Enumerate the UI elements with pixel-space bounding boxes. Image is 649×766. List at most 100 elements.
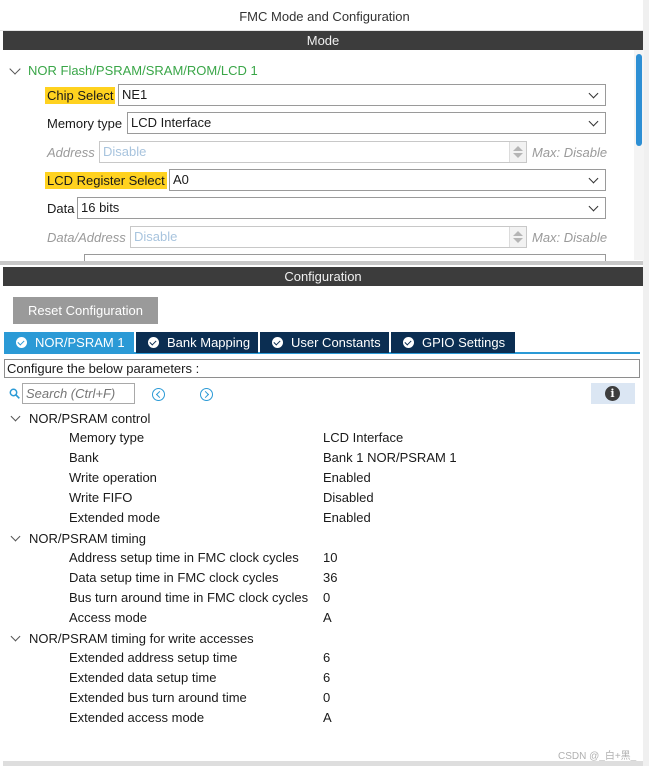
- data-address-max-label: Max: Disable: [532, 230, 608, 245]
- param-name: Bank: [69, 450, 99, 465]
- param-row[interactable]: Access mode A: [3, 608, 639, 628]
- chevron-down-icon: [588, 116, 599, 127]
- memory-type-label: Memory type: [47, 115, 123, 131]
- memory-type-dropdown[interactable]: LCD Interface: [127, 112, 606, 134]
- param-value: Enabled: [323, 510, 371, 525]
- spin-up-icon[interactable]: [513, 231, 523, 236]
- data-row: Data: [45, 197, 76, 219]
- address-label: Address: [47, 144, 95, 160]
- tab-nor-psram-1[interactable]: NOR/PSRAM 1: [4, 332, 134, 353]
- chip-select-value: NE1: [122, 87, 148, 102]
- chevron-down-icon[interactable]: [10, 531, 21, 542]
- data-address-label: Data/Address: [47, 229, 126, 245]
- panel-splitter[interactable]: [0, 261, 643, 265]
- param-value: 6: [323, 650, 331, 665]
- tab-label: Bank Mapping: [167, 335, 251, 350]
- chip-select-dropdown[interactable]: NE1: [118, 84, 606, 106]
- param-value: Enabled: [323, 470, 371, 485]
- param-row[interactable]: Address setup time in FMC clock cycles 10: [3, 548, 639, 568]
- data-dropdown[interactable]: 16 bits: [77, 197, 606, 219]
- param-value: Disabled: [323, 490, 374, 505]
- configuration-header: Configuration: [3, 267, 643, 286]
- data-address-row: Data/Address: [45, 226, 128, 248]
- param-name: Extended data setup time: [69, 670, 217, 685]
- window-title: FMC Mode and Configuration: [0, 0, 649, 31]
- reset-configuration-button[interactable]: Reset Configuration: [13, 297, 158, 324]
- config-caption: Configure the below parameters :: [4, 359, 640, 378]
- param-row[interactable]: Extended access mode A: [3, 708, 639, 728]
- param-row[interactable]: Memory type LCD Interface: [3, 428, 639, 448]
- chip-select-row: Chip Select: [45, 84, 116, 106]
- param-name: Access mode: [69, 610, 148, 625]
- param-value: A: [323, 710, 332, 725]
- lcd-register-select-value: A0: [173, 172, 189, 187]
- search-input[interactable]: [22, 383, 135, 404]
- check-circle-icon: [16, 337, 27, 348]
- lcd-register-select-dropdown[interactable]: A0: [169, 169, 606, 191]
- param-row[interactable]: Extended address setup time 6: [3, 648, 639, 668]
- tab-bank-mapping[interactable]: Bank Mapping: [136, 332, 258, 353]
- param-value: 6: [323, 670, 331, 685]
- param-row[interactable]: Bank Bank 1 NOR/PSRAM 1: [3, 448, 639, 468]
- address-row: Address: [45, 141, 97, 163]
- data-address-spinner[interactable]: Disable: [130, 226, 527, 248]
- param-name: Bus turn around time in FMC clock cycles: [69, 590, 309, 605]
- group-nor-psram-timing[interactable]: NOR/PSRAM timing: [9, 528, 146, 548]
- lcd-register-select-label: LCD Register Select: [45, 171, 167, 189]
- chevron-down-icon[interactable]: [10, 631, 21, 642]
- spin-up-icon[interactable]: [513, 146, 523, 151]
- address-spinner[interactable]: Disable: [99, 141, 527, 163]
- chevron-down-icon[interactable]: [10, 411, 21, 422]
- group-nor-psram-control[interactable]: NOR/PSRAM control: [9, 408, 150, 428]
- spin-down-icon[interactable]: [513, 153, 523, 158]
- param-row[interactable]: Extended mode Enabled: [3, 508, 639, 528]
- param-name: Write FIFO: [69, 490, 133, 505]
- tab-label: User Constants: [291, 335, 381, 350]
- param-value: Bank 1 NOR/PSRAM 1: [323, 450, 457, 465]
- spinner-buttons[interactable]: [509, 227, 526, 247]
- tree-node-label: NOR Flash/PSRAM/SRAM/ROM/LCD 1: [28, 62, 258, 78]
- param-name: Extended bus turn around time: [69, 690, 247, 705]
- tab-user-constants[interactable]: User Constants: [260, 332, 389, 353]
- info-button[interactable]: i: [591, 383, 635, 404]
- search-previous-icon[interactable]: [152, 388, 165, 401]
- tab-label: NOR/PSRAM 1: [35, 335, 125, 350]
- watermark: CSDN @_白+黑_: [558, 751, 637, 762]
- param-name: Address setup time in FMC clock cycles: [69, 550, 299, 565]
- search-next-icon[interactable]: [200, 388, 213, 401]
- param-value: 0: [323, 690, 331, 705]
- mode-scrollbar[interactable]: [634, 50, 644, 260]
- group-title: NOR/PSRAM timing: [29, 530, 147, 546]
- tab-label: GPIO Settings: [422, 335, 506, 350]
- parameter-tree: NOR/PSRAM control Memory type LCD Interfa…: [3, 408, 639, 760]
- param-row[interactable]: Extended data setup time 6: [3, 668, 639, 688]
- param-row[interactable]: Extended bus turn around time 0: [3, 688, 639, 708]
- group-nor-psram-timing-write[interactable]: NOR/PSRAM timing for write accesses: [9, 628, 254, 648]
- spinner-buttons[interactable]: [509, 142, 526, 162]
- param-value: LCD Interface: [323, 430, 404, 445]
- spin-down-icon[interactable]: [513, 238, 523, 243]
- info-icon: i: [605, 386, 620, 401]
- chip-select-label: Chip Select: [45, 86, 116, 104]
- param-row[interactable]: Bus turn around time in FMC clock cycles…: [3, 588, 639, 608]
- chevron-down-icon[interactable]: [9, 62, 21, 75]
- config-tab-strip: NOR/PSRAM 1 Bank Mapping User Constants …: [4, 332, 640, 354]
- param-row[interactable]: Write FIFO Disabled: [3, 488, 639, 508]
- tree-node-nor-flash[interactable]: NOR Flash/PSRAM/SRAM/ROM/LCD 1: [8, 61, 258, 79]
- param-value: 0: [323, 590, 331, 605]
- chevron-down-icon: [588, 201, 599, 212]
- bottom-scrollbar[interactable]: [3, 761, 643, 766]
- address-value: Disable: [103, 144, 147, 159]
- param-value: 10: [323, 550, 338, 565]
- param-row[interactable]: Data setup time in FMC clock cycles 36: [3, 568, 639, 588]
- tab-gpio-settings[interactable]: GPIO Settings: [391, 332, 515, 353]
- mode-scrollbar-thumb[interactable]: [636, 54, 642, 146]
- param-value: 36: [323, 570, 338, 585]
- param-name: Extended address setup time: [69, 650, 238, 665]
- chevron-down-icon: [588, 173, 599, 184]
- check-circle-icon: [403, 337, 414, 348]
- param-name: Memory type: [69, 430, 145, 445]
- param-name: Data setup time in FMC clock cycles: [69, 570, 279, 585]
- param-name: Extended mode: [69, 510, 161, 525]
- param-row[interactable]: Write operation Enabled: [3, 468, 639, 488]
